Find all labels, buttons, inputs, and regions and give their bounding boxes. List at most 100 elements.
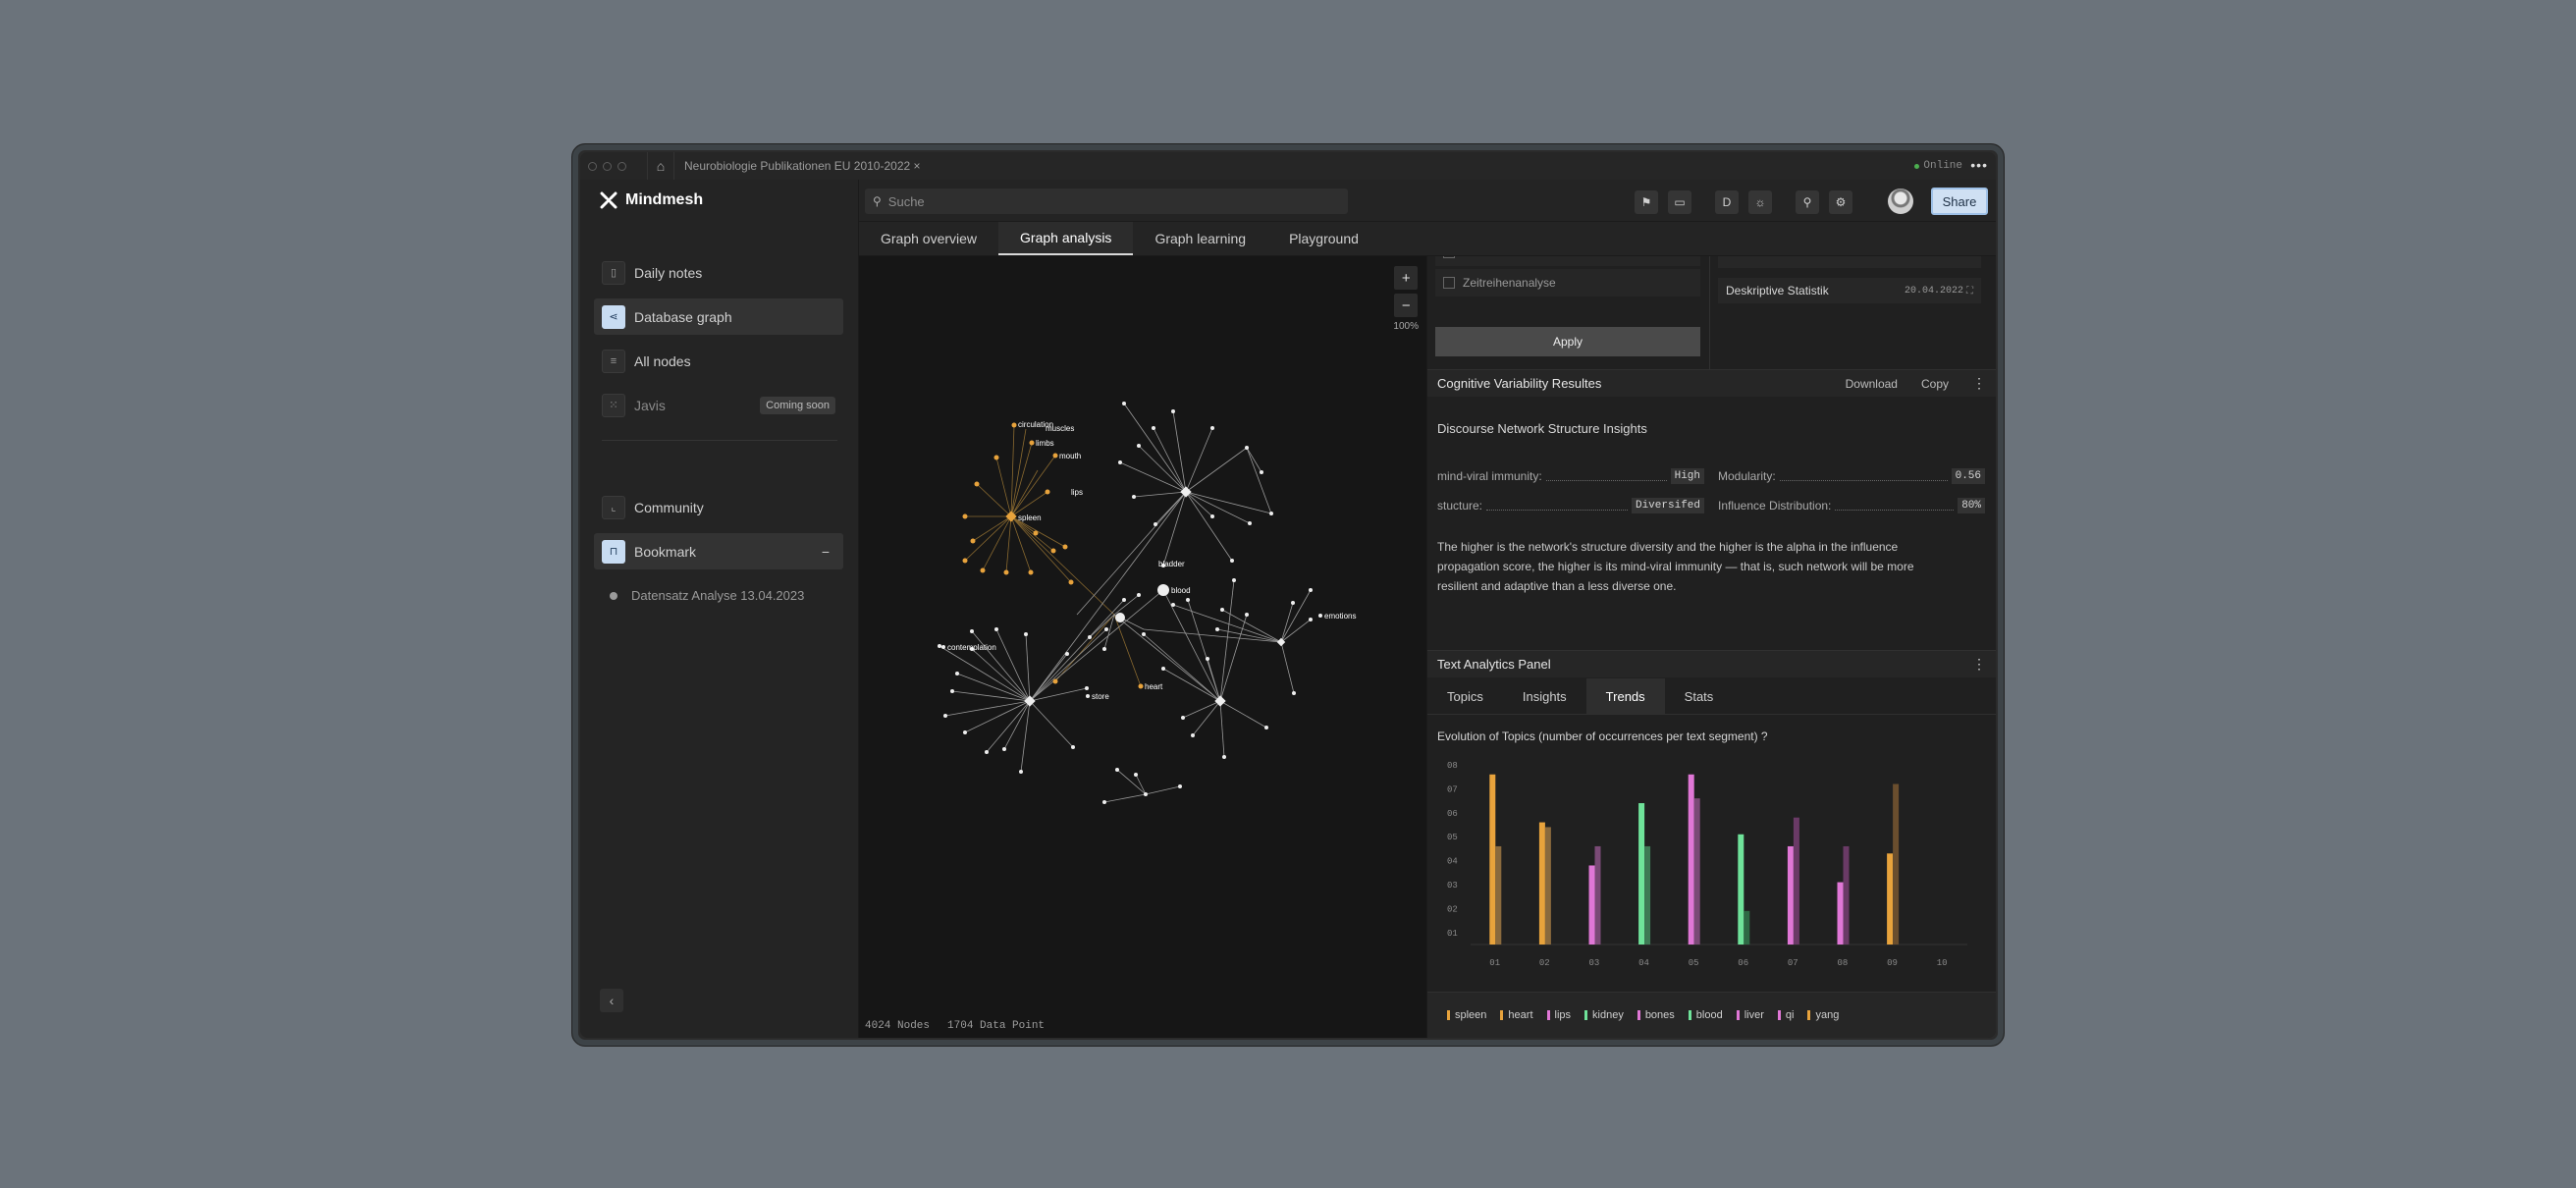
chart-bar: [1787, 845, 1794, 945]
maximize-dot[interactable]: [617, 161, 626, 171]
label-emotions: emotions: [1324, 612, 1356, 621]
insight-paragraph: The higher is the network's structure di…: [1437, 540, 1914, 593]
sidebar-item-database-graph[interactable]: ⋖ Database graph: [594, 298, 843, 335]
leader-dots: [1779, 472, 1948, 481]
copy-button[interactable]: Copy: [1921, 377, 1949, 391]
legend-swatch: [1584, 1010, 1588, 1020]
sidebar-item-bookmark[interactable]: ⊓ Bookmark −: [594, 533, 843, 569]
sidebar-item-community[interactable]: ⌞ Community: [594, 489, 843, 525]
d-button[interactable]: D: [1715, 190, 1739, 214]
sidebar-item-datensatz[interactable]: Datensatz Analyse 13.04.2023: [594, 577, 843, 614]
chart-bar: [1594, 845, 1601, 945]
grid-icon: ⁙: [602, 393, 625, 417]
home-icon[interactable]: ⌂: [647, 152, 674, 180]
y-tick-label: 02: [1447, 904, 1458, 914]
cognitive-header: Cognitive Variability Resultes Download …: [1427, 369, 1996, 397]
checkbox[interactable]: [1443, 277, 1455, 289]
sidebar-item-daily-notes[interactable]: ▯ Daily notes: [594, 254, 843, 291]
chart-bar: [1638, 803, 1645, 945]
expand-icon[interactable]: ⛶: [1966, 286, 1973, 297]
x-tick-label: 03: [1589, 958, 1600, 968]
sun-icon[interactable]: ☼: [1748, 190, 1772, 214]
legend-item[interactable]: kidney: [1584, 1009, 1624, 1021]
sidebar-divider: [602, 440, 837, 441]
legend-label: lips: [1554, 1009, 1572, 1021]
y-tick-label: 06: [1447, 809, 1458, 819]
legend-swatch: [1447, 1010, 1450, 1020]
tab-insights[interactable]: Insights: [1503, 678, 1586, 714]
filter-row-hidden[interactable]: [1435, 256, 1700, 266]
chart-bar: [1644, 845, 1651, 945]
search-input[interactable]: ⚲ Suche: [865, 189, 1348, 214]
vertical-divider: [1709, 256, 1710, 369]
gear-icon[interactable]: ⚙: [1829, 190, 1852, 214]
zoom-in-button[interactable]: +: [1394, 266, 1419, 290]
collapse-bookmark-button[interactable]: −: [822, 544, 830, 560]
saved-analysis-row[interactable]: Deskriptive Statistik 20.04.2022 ⛶: [1718, 278, 1981, 303]
metric-label: Modularity:: [1718, 469, 1776, 483]
flag-icon[interactable]: ⚑: [1635, 190, 1658, 214]
kebab-icon[interactable]: ⋮: [1972, 375, 1986, 392]
legend-swatch: [1688, 1010, 1691, 1020]
download-button[interactable]: Download: [1846, 377, 1898, 391]
analysis-panel: Zeitreihenanalyse Apply Deskriptive Stat…: [1427, 256, 1996, 1038]
zoom-controls: + − 100%: [1393, 266, 1419, 332]
legend-item[interactable]: blood: [1688, 1009, 1723, 1021]
chart-bar: [1688, 774, 1694, 945]
sidebar-item-all-nodes[interactable]: ≡ All nodes: [594, 343, 843, 379]
label-lips: lips: [1071, 488, 1083, 497]
title-bar: ⌂ Neurobiologie Publikationen EU 2010-20…: [580, 152, 1996, 181]
avatar[interactable]: [1888, 189, 1913, 214]
tab-stats[interactable]: Stats: [1665, 678, 1734, 714]
white-edges: [939, 403, 1312, 803]
label-mouth: mouth: [1059, 452, 1081, 460]
metric-value: Diversifed: [1631, 498, 1704, 513]
chart-bar: [1837, 882, 1844, 945]
sidebar-item-javis[interactable]: ⁙ Javis Coming soon: [594, 387, 843, 423]
legend-item[interactable]: heart: [1500, 1009, 1533, 1021]
document-tab[interactable]: Neurobiologie Publikationen EU 2010-2022…: [674, 159, 921, 173]
metric-value: 80%: [1958, 498, 1985, 513]
online-status: Online: [1914, 160, 1962, 172]
legend-label: kidney: [1592, 1009, 1624, 1021]
pin-icon[interactable]: ⚲: [1796, 190, 1819, 214]
legend-item[interactable]: qi: [1777, 1009, 1795, 1021]
y-tick-label: 05: [1447, 833, 1458, 842]
checkbox[interactable]: [1443, 256, 1455, 258]
legend-item[interactable]: spleen: [1447, 1009, 1486, 1021]
tab-graph-overview[interactable]: Graph overview: [859, 222, 998, 255]
filter-row-zeitreihe[interactable]: Zeitreihenanalyse: [1435, 269, 1700, 297]
tab-graph-learning[interactable]: Graph learning: [1133, 222, 1267, 255]
close-dot[interactable]: [588, 161, 597, 171]
more-icon[interactable]: •••: [1970, 157, 1988, 173]
graph-canvas[interactable]: spleen circulation muscles limbs mouth l…: [859, 256, 1427, 1038]
tab-trends[interactable]: Trends: [1585, 678, 1665, 714]
legend-item[interactable]: liver: [1736, 1009, 1764, 1021]
tab-topics[interactable]: Topics: [1427, 678, 1503, 714]
kebab-icon[interactable]: ⋮: [1972, 656, 1986, 673]
legend-item[interactable]: yang: [1807, 1009, 1839, 1021]
chart-bar: [1495, 845, 1502, 945]
y-tick-label: 01: [1447, 929, 1458, 939]
metric-structure: stucture: Diversifed: [1437, 498, 1704, 513]
metric-mind-viral: mind-viral immunity: High: [1437, 468, 1704, 484]
window-icon[interactable]: ▭: [1668, 190, 1691, 214]
legend-item[interactable]: bones: [1637, 1009, 1675, 1021]
brand[interactable]: Mindmesh: [600, 191, 703, 209]
saved-row-hidden[interactable]: [1718, 256, 1981, 268]
share-button[interactable]: Share: [1931, 188, 1988, 215]
x-tick-label: 08: [1838, 958, 1849, 968]
tab-playground[interactable]: Playground: [1267, 222, 1380, 255]
collapse-sidebar-button[interactable]: ‹: [600, 989, 623, 1012]
chart-bar: [1693, 798, 1700, 945]
legend-label: qi: [1785, 1009, 1795, 1021]
zoom-out-button[interactable]: −: [1394, 294, 1419, 317]
legend-item[interactable]: lips: [1546, 1009, 1572, 1021]
tab-graph-analysis[interactable]: Graph analysis: [998, 222, 1134, 255]
apply-button[interactable]: Apply: [1435, 327, 1700, 356]
network-graph[interactable]: spleen circulation muscles limbs mouth l…: [859, 256, 1426, 1032]
y-tick-label: 07: [1447, 784, 1458, 794]
legend-swatch: [1777, 1010, 1781, 1020]
minimize-dot[interactable]: [603, 161, 612, 171]
search-placeholder: Suche: [887, 193, 925, 209]
